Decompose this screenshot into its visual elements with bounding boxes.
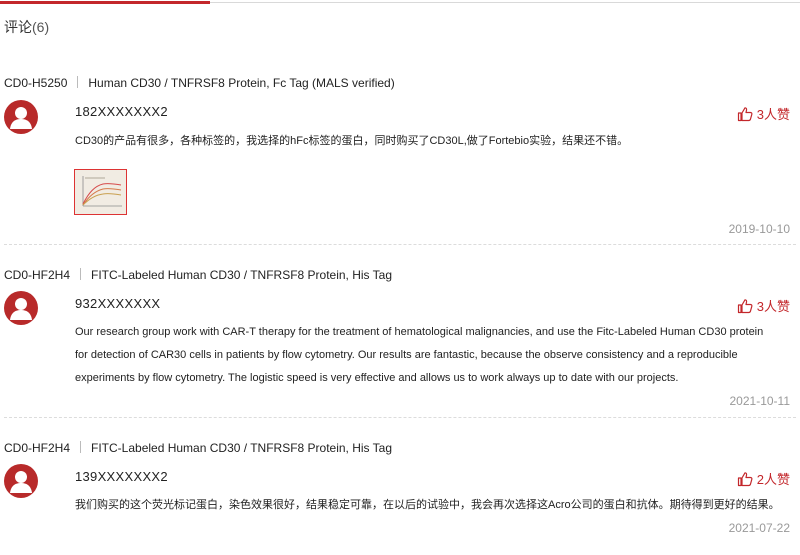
- thumbs-up-icon: [737, 106, 753, 122]
- user-avatar-icon: [4, 100, 38, 134]
- product-separator: [80, 268, 82, 280]
- product-separator: [80, 441, 82, 453]
- product-code-link[interactable]: CD0-HF2H4: [4, 268, 70, 282]
- product-name-link[interactable]: Human CD30 / TNFRSF8 Protein, Fc Tag (MA…: [88, 76, 394, 90]
- like-count: 2人赞: [756, 472, 790, 487]
- thumbs-up-icon: [737, 298, 753, 314]
- review-username: 139XXXXXXX2: [75, 469, 168, 484]
- review-text-line: experiments by flow cytometry. The logis…: [75, 372, 679, 384]
- review-date: 2019-10-10: [728, 222, 790, 236]
- like-button[interactable]: 3人赞: [737, 104, 790, 123]
- review-username: 932XXXXXXX: [75, 296, 161, 311]
- review-date: 2021-07-22: [728, 521, 790, 535]
- review-product-line: CD0-HF2H4 FITC-Labeled Human CD30 / TNFRS…: [4, 268, 392, 282]
- review-divider: [4, 244, 796, 245]
- like-button[interactable]: 3人赞: [737, 296, 790, 315]
- product-code-link[interactable]: CD0-HF2H4: [4, 441, 70, 455]
- review-divider: [4, 417, 796, 418]
- active-tab-indicator: [0, 1, 210, 4]
- product-code-link[interactable]: CD0-H5250: [4, 76, 67, 90]
- review-attachment-thumbnail[interactable]: [74, 169, 127, 215]
- review-username: 182XXXXXXX2: [75, 104, 168, 119]
- reviews-title-label: 评论: [4, 19, 32, 35]
- review-product-line: CD0-H5250 Human CD30 / TNFRSF8 Protein, F…: [4, 76, 395, 90]
- reviews-section-title: 评论(6): [4, 17, 49, 37]
- user-avatar-icon: [4, 291, 38, 325]
- review-date: 2021-10-11: [729, 394, 791, 408]
- review-text-line: Our research group work with CAR-T thera…: [75, 326, 764, 338]
- review-text: Our research group work with CAR-T thera…: [75, 321, 791, 390]
- like-button[interactable]: 2人赞: [737, 469, 790, 488]
- review-product-line: CD0-HF2H4 FITC-Labeled Human CD30 / TNFRS…: [4, 441, 392, 455]
- review-text: 我们购买的这个荧光标记蛋白，染色效果很好，结果稳定可靠，在以后的试验中，我会再次…: [75, 499, 780, 511]
- product-separator: [77, 76, 79, 88]
- reviews-count: (6): [32, 19, 50, 35]
- like-count: 3人赞: [756, 107, 790, 122]
- review-text-line: for detection of CAR30 cells in patients…: [75, 349, 738, 361]
- user-avatar-icon: [4, 464, 38, 498]
- like-count: 3人赞: [756, 299, 790, 314]
- review-text: CD30的产品有很多，各种标签的，我选择的hFc标签的蛋白，同时购买了CD30L…: [75, 135, 629, 147]
- product-name-link[interactable]: FITC-Labeled Human CD30 / TNFRSF8 Protei…: [91, 268, 392, 282]
- thumbs-up-icon: [737, 471, 753, 487]
- product-name-link[interactable]: FITC-Labeled Human CD30 / TNFRSF8 Protei…: [91, 441, 392, 455]
